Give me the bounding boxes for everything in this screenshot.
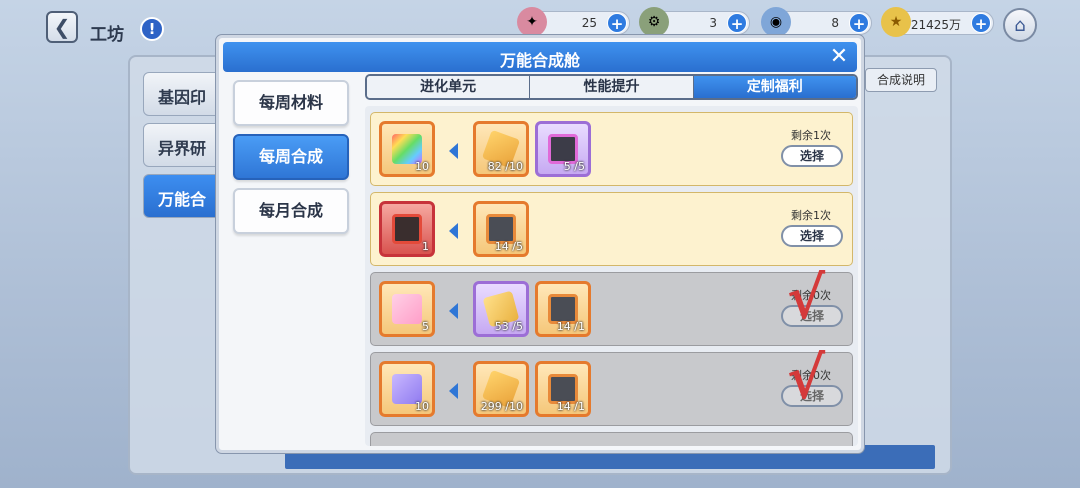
check-mark-icon: √ xyxy=(787,264,826,332)
item-count: 82 /10 xyxy=(487,160,523,173)
target-item[interactable]: 5 xyxy=(379,281,435,337)
add-coin-button[interactable]: + xyxy=(971,13,991,33)
add-orb-button[interactable]: + xyxy=(849,13,869,33)
add-cogbox-button[interactable]: + xyxy=(727,13,747,33)
resource-orb: ◉ 8 + xyxy=(761,7,872,37)
tab-performance-boost[interactable]: 性能提升 xyxy=(530,76,694,98)
close-icon[interactable]: ✕ xyxy=(827,45,851,69)
red-chip-icon xyxy=(392,214,422,244)
info-icon[interactable]: ! xyxy=(140,17,164,41)
page-title: 工坊 xyxy=(90,25,124,45)
select-button[interactable]: 选择 xyxy=(781,225,843,247)
arrow-left-icon xyxy=(449,223,458,239)
material-item[interactable]: 14 /1 xyxy=(535,281,591,337)
item-count: 10 xyxy=(415,400,429,413)
resource-value: 25 xyxy=(581,16,597,30)
side-tab-weekly-synthesis[interactable]: 每周合成 xyxy=(233,134,349,180)
material-item[interactable]: 299 /10 xyxy=(473,361,529,417)
target-item[interactable]: 10 xyxy=(379,121,435,177)
resource-value: 8 xyxy=(831,16,839,30)
target-item[interactable]: 1 xyxy=(379,201,435,257)
recipe-row xyxy=(370,432,853,446)
recipe-row: 10 82 /10 5 /5 剩余1次 选择 xyxy=(370,112,853,186)
item-count: 53 /5 xyxy=(494,320,523,333)
modal-header: 万能合成舱 ✕ xyxy=(223,42,857,72)
synthesis-modal: 万能合成舱 ✕ 每周材料 每周合成 每月合成 进化单元 性能提升 定制福利 10… xyxy=(216,35,864,453)
resource-value: 3 xyxy=(709,16,717,30)
ticket-icon: ✦ xyxy=(517,7,547,37)
remaining-count: 剩余1次 xyxy=(791,129,831,142)
recipe-row: 1 14 /5 剩余1次 选择 xyxy=(370,192,853,266)
coin-icon: ★ xyxy=(881,7,911,37)
material-item[interactable]: 82 /10 xyxy=(473,121,529,177)
arrow-left-icon xyxy=(449,383,458,399)
material-item[interactable]: 5 /5 xyxy=(535,121,591,177)
add-ticket-button[interactable]: + xyxy=(607,13,627,33)
select-button[interactable]: 选择 xyxy=(781,145,843,167)
orb-icon: ◉ xyxy=(761,7,791,37)
synthesis-help-button[interactable]: 合成说明 xyxy=(865,68,937,92)
remaining-count: 剩余1次 xyxy=(791,209,831,222)
resource-ticket: ✦ 25 + xyxy=(517,7,630,37)
recipe-row: 5 53 /5 14 /1 剩余0次 选择 √ xyxy=(370,264,853,346)
home-button[interactable]: ⌂ xyxy=(1003,8,1037,42)
resource-coin: ★ 21425万 + xyxy=(881,7,994,37)
item-count: 5 /5 xyxy=(563,160,585,173)
modal-title: 万能合成舱 xyxy=(499,51,580,70)
resource-value: 21425万 xyxy=(910,18,961,32)
item-count: 14 /1 xyxy=(556,320,585,333)
tab-evolution-unit[interactable]: 进化单元 xyxy=(367,76,531,98)
item-count: 10 xyxy=(415,160,429,173)
chevron-left-icon: ❮ xyxy=(53,15,71,39)
target-item[interactable]: 10 xyxy=(379,361,435,417)
resource-cogbox: ⚙ 3 + xyxy=(639,7,750,37)
side-tab-monthly-synthesis[interactable]: 每月合成 xyxy=(233,188,349,234)
material-item[interactable]: 53 /5 xyxy=(473,281,529,337)
item-count: 14 /1 xyxy=(556,400,585,413)
category-tabs: 进化单元 性能提升 定制福利 xyxy=(365,74,858,100)
back-button[interactable]: ❮ xyxy=(46,11,78,43)
tab-custom-benefits[interactable]: 定制福利 xyxy=(693,76,856,98)
check-mark-icon: √ xyxy=(787,344,826,412)
recipe-list: 10 82 /10 5 /5 剩余1次 选择 1 14 /5 剩余1次 选择 5… xyxy=(365,106,858,446)
material-item[interactable]: 14 /1 xyxy=(535,361,591,417)
item-count: 14 /5 xyxy=(494,240,523,253)
home-icon: ⌂ xyxy=(1014,14,1026,36)
recipe-row: 10 299 /10 14 /1 剩余0次 选择 √ xyxy=(370,344,853,426)
pink-ticket-icon xyxy=(392,294,422,324)
item-count: 5 xyxy=(422,320,429,333)
arrow-left-icon xyxy=(449,303,458,319)
side-tab-weekly-materials[interactable]: 每周材料 xyxy=(233,80,349,126)
arrow-left-icon xyxy=(449,143,458,159)
cog-box-icon: ⚙ xyxy=(639,7,669,37)
item-count: 1 xyxy=(422,240,429,253)
material-item[interactable]: 14 /5 xyxy=(473,201,529,257)
item-count: 299 /10 xyxy=(480,400,523,413)
